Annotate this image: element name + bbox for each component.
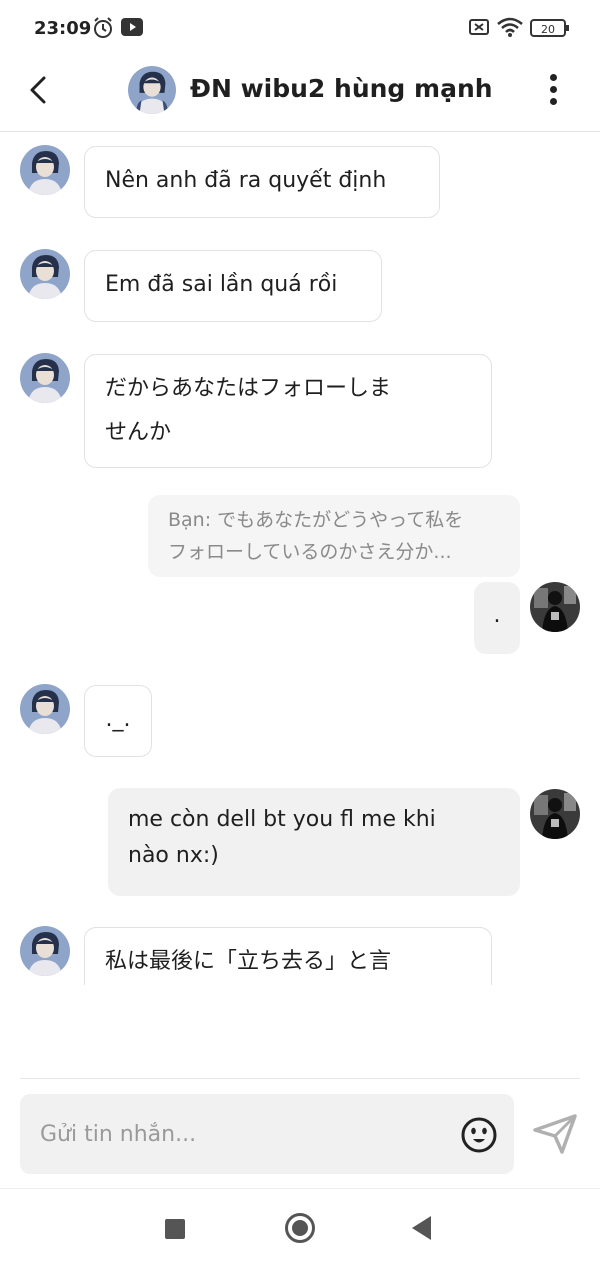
back-icon[interactable] xyxy=(412,1216,431,1240)
avatar[interactable] xyxy=(20,145,70,195)
reply-quote-line: Bạn: でもあなたがどうやって私を xyxy=(168,509,464,531)
message-input[interactable] xyxy=(40,1118,440,1150)
message-text: 私は最後に「立ち去る」と言 xyxy=(105,949,392,974)
more-vertical-icon xyxy=(540,74,566,105)
avatar[interactable] xyxy=(20,353,70,403)
message-text: . xyxy=(493,603,501,628)
wifi-icon xyxy=(496,16,524,42)
message-bubble[interactable]: Nên anh đã ra quyết định xyxy=(84,146,440,218)
send-button[interactable] xyxy=(532,1112,578,1156)
reply-quote[interactable]: Bạn: でもあなたがどうやって私を フォローしているのかさえ分か... xyxy=(148,495,520,577)
self-avatar[interactable] xyxy=(530,789,580,839)
battery-level: 20 xyxy=(541,23,555,36)
system-nav-bar xyxy=(0,1188,600,1267)
message-text: ._. xyxy=(105,707,131,732)
recent-apps-icon[interactable] xyxy=(165,1219,185,1239)
message-text-line: だからあなたはフォローしま xyxy=(105,376,392,401)
message-text-line: せんか xyxy=(105,420,172,445)
chat-title[interactable]: ĐN wibu2 hùng mạnh xyxy=(190,74,493,103)
message-bubble[interactable]: 私は最後に「立ち去る」と言 xyxy=(84,927,492,985)
reply-quote-line: フォローしているのかさえ分か... xyxy=(168,541,452,563)
more-options-button[interactable] xyxy=(540,70,566,110)
message-bubble[interactable]: ._. xyxy=(84,685,152,757)
alarm-icon xyxy=(92,16,114,44)
battery-icon: 20 xyxy=(530,18,570,42)
composer-divider xyxy=(20,1078,580,1079)
emoji-icon xyxy=(461,1117,497,1153)
avatar[interactable] xyxy=(20,926,70,976)
chevron-left-icon xyxy=(30,76,46,104)
emoji-button[interactable] xyxy=(460,1116,498,1154)
message-bubble[interactable]: . xyxy=(474,582,520,654)
back-button[interactable] xyxy=(22,70,58,110)
send-icon xyxy=(533,1114,577,1154)
message-bubble[interactable]: だからあなたはフォローしま せんか xyxy=(84,354,492,468)
message-text: Nên anh đã ra quyết định xyxy=(105,168,387,193)
avatar[interactable] xyxy=(128,66,176,114)
self-avatar[interactable] xyxy=(530,582,580,632)
message-bubble[interactable]: Em đã sai lần quá rồi xyxy=(84,250,382,322)
message-bubble[interactable]: me còn dell bt you fl me khi nào nx:) xyxy=(108,788,520,896)
youtube-icon xyxy=(120,16,144,42)
avatar[interactable] xyxy=(20,249,70,299)
message-composer[interactable] xyxy=(20,1094,514,1174)
avatar[interactable] xyxy=(20,684,70,734)
message-text: Em đã sai lần quá rồi xyxy=(105,272,338,297)
message-list[interactable]: Nên anh đã ra quyết định Em đã sai lần q… xyxy=(0,133,600,985)
home-icon[interactable] xyxy=(285,1213,315,1243)
chat-header: ĐN wibu2 hùng mạnh xyxy=(0,58,600,132)
status-bar: 23:09 20 xyxy=(0,0,600,58)
sim-off-icon xyxy=(468,16,490,42)
status-time: 23:09 xyxy=(34,18,92,39)
